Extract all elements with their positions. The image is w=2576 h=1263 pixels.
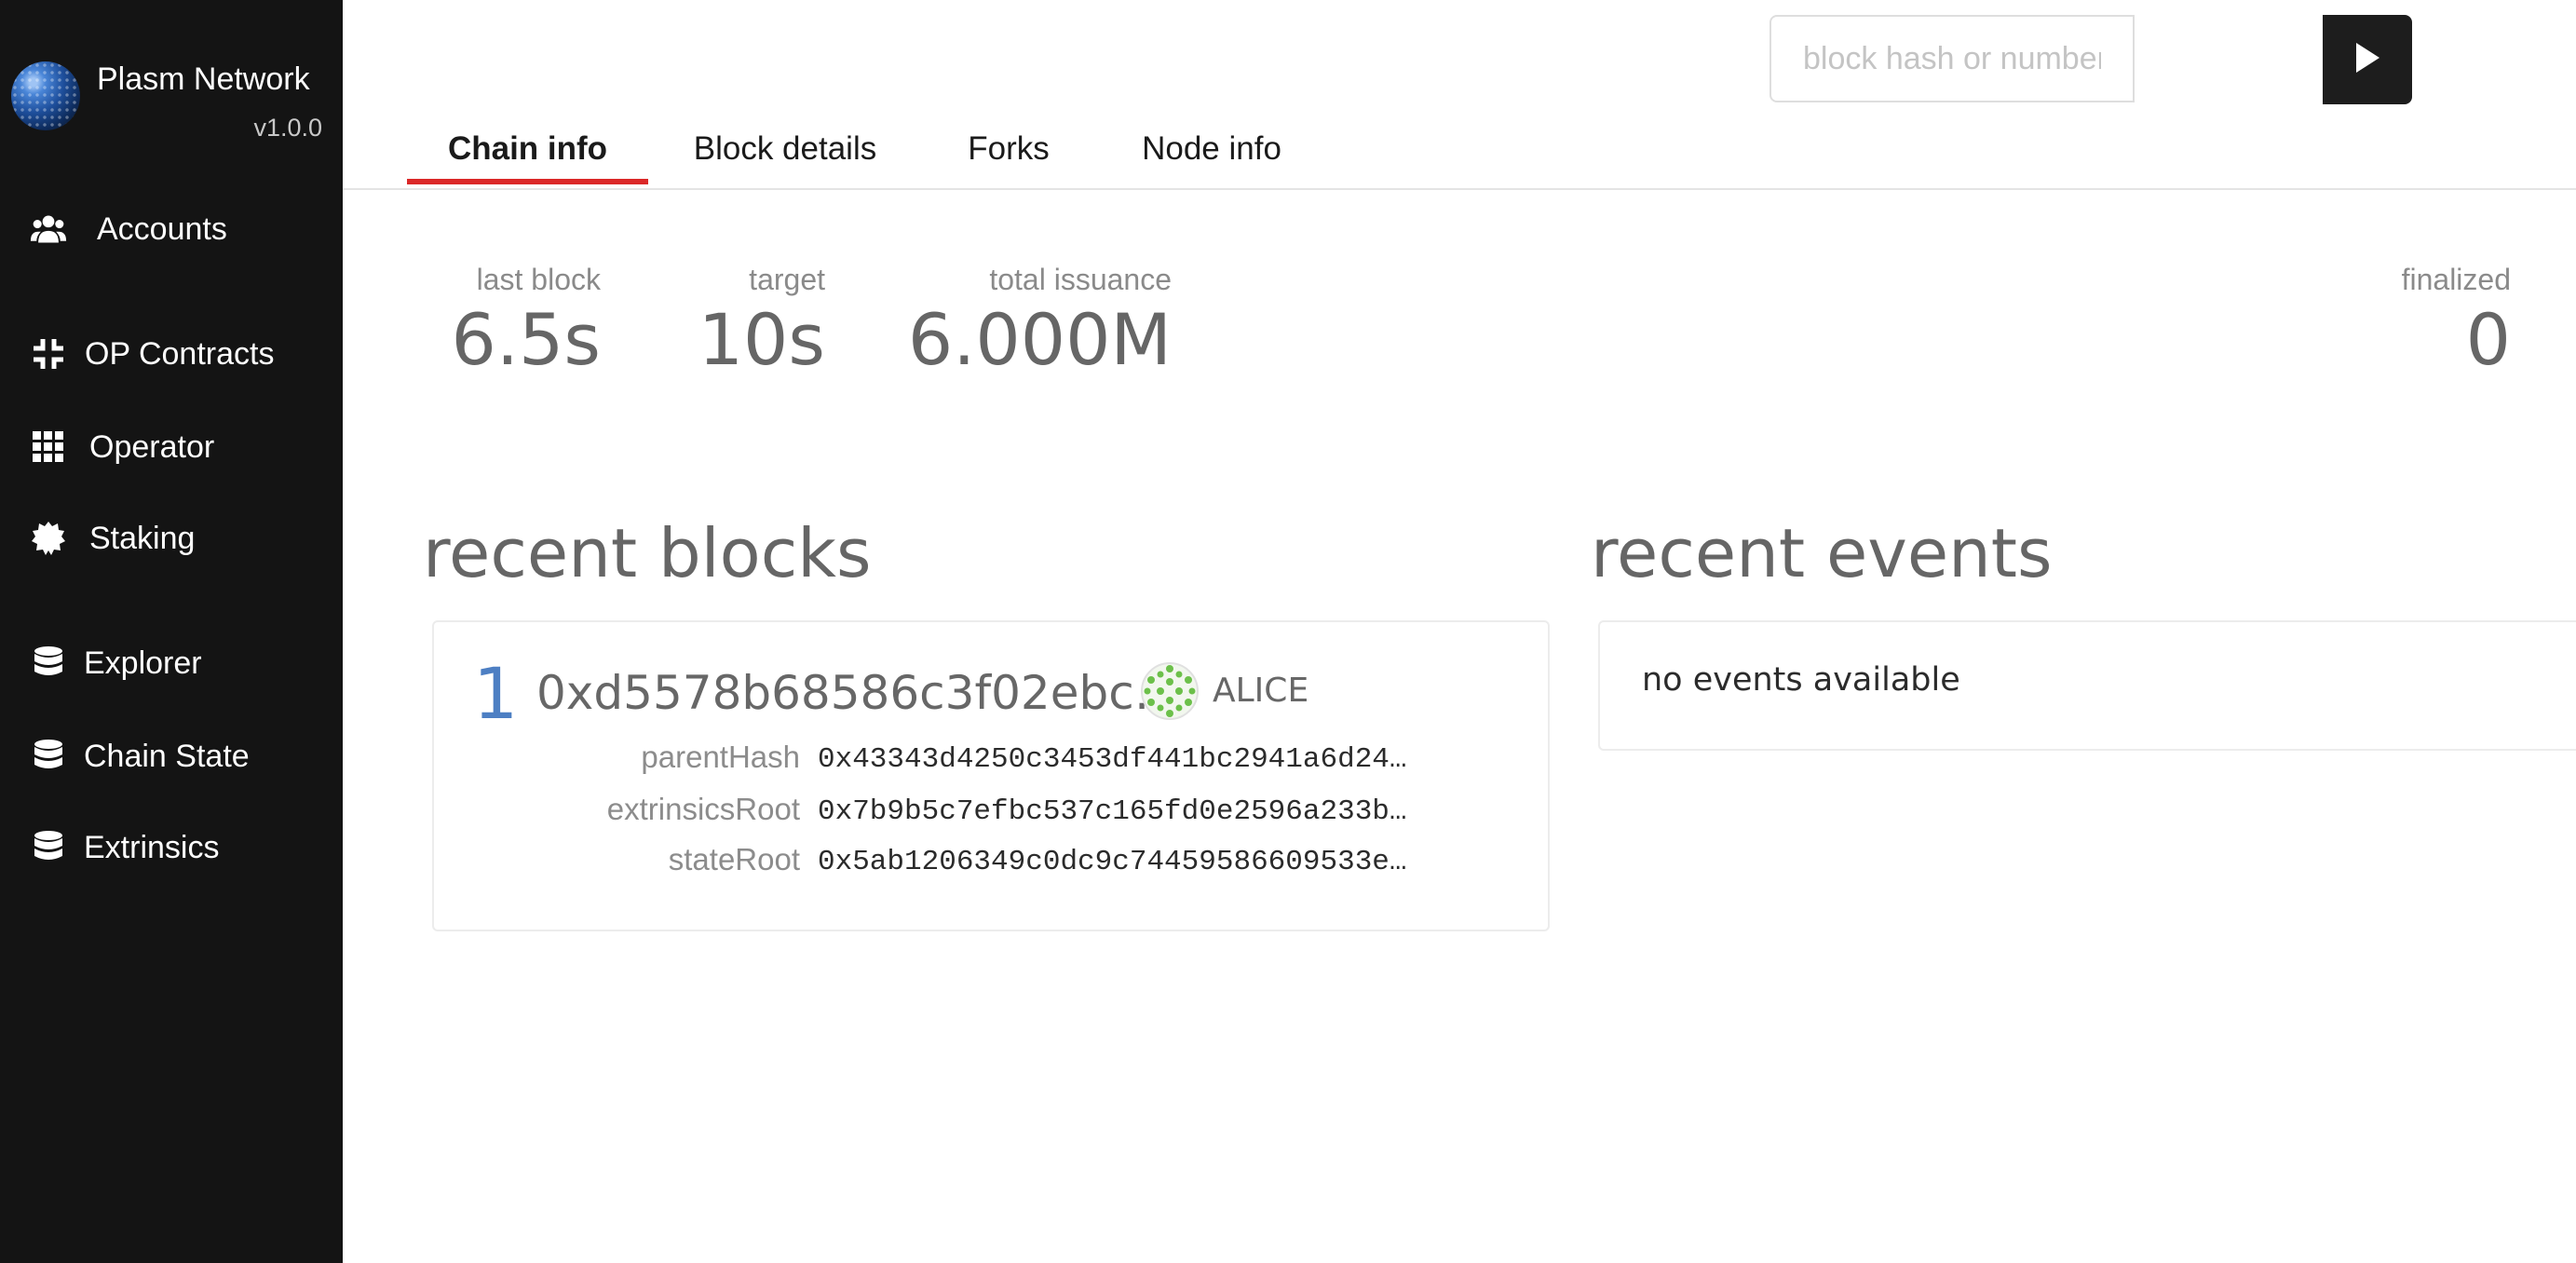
- block-number-link[interactable]: 1: [473, 652, 518, 736]
- database-icon: [30, 645, 67, 682]
- parent-hash-label: parentHash: [641, 740, 800, 774]
- sidebar-item-extrinsics[interactable]: Extrinsics: [0, 820, 343, 876]
- sidebar-item-operator[interactable]: Operator: [0, 419, 343, 475]
- stat-label: finalized: [2401, 263, 2511, 296]
- tab-forks[interactable]: Forks: [946, 112, 1071, 186]
- sidebar: Plasm Network v1.0.0 Accounts OP Contrac…: [0, 0, 343, 1263]
- play-icon: [2353, 41, 2381, 79]
- sidebar-item-accounts[interactable]: Accounts: [0, 201, 343, 257]
- sidebar-item-label: Staking: [89, 520, 196, 556]
- stat-value: 6.000M: [907, 298, 1172, 381]
- sidebar-item-label: OP Contracts: [85, 335, 275, 372]
- parent-hash-value: 0x43343d4250c3453df441bc2941a6d24…: [818, 743, 1407, 776]
- stat-value: 6.5s: [451, 298, 601, 381]
- query-submit-button[interactable]: [2323, 15, 2412, 104]
- database-icon: [30, 738, 67, 775]
- tab-chain-info[interactable]: Chain info: [407, 112, 648, 186]
- certificate-icon: [30, 520, 67, 557]
- stat-value: 10s: [698, 298, 825, 381]
- stat-value: 0: [2465, 298, 2511, 381]
- tab-block-details[interactable]: Block details: [676, 112, 894, 186]
- sidebar-item-label: Extrinsics: [84, 829, 220, 865]
- app-version: v1.0.0: [253, 114, 322, 142]
- no-events-message: no events available: [1642, 661, 1960, 699]
- state-root-value: 0x5ab1206349c0dc9c74459586609533e…: [818, 846, 1407, 878]
- active-tab-indicator: [407, 179, 648, 184]
- sidebar-item-op-contracts[interactable]: OP Contracts: [0, 326, 343, 382]
- users-icon: [30, 210, 67, 248]
- compress-icon: [30, 335, 67, 373]
- stat-target: target 10s: [698, 261, 825, 382]
- block-query-input[interactable]: [1769, 15, 2135, 102]
- block-author-name: ALICE: [1213, 672, 1309, 710]
- sidebar-item-label: Explorer: [84, 645, 202, 681]
- stat-finalized: finalized 0: [2402, 261, 2511, 382]
- plasm-logo: [11, 61, 80, 130]
- stat-last-block: last block 6.5s: [452, 261, 601, 382]
- stat-total-issuance: total issuance 6.000M: [908, 261, 1172, 382]
- extrinsics-root-value: 0x7b9b5c7efbc537c165fd0e2596a233b…: [818, 795, 1407, 828]
- sidebar-item-explorer[interactable]: Explorer: [0, 635, 343, 691]
- recent-events-heading: recent events: [1591, 514, 2053, 592]
- tab-node-info[interactable]: Node info: [1125, 112, 1298, 186]
- stat-label: total issuance: [989, 263, 1172, 296]
- stat-label: target: [749, 263, 825, 296]
- extrinsics-root-label: extrinsicsRoot: [606, 792, 800, 826]
- sidebar-item-label: Chain State: [84, 738, 250, 774]
- database-icon: [30, 829, 67, 866]
- author-identicon: [1140, 661, 1200, 721]
- sidebar-item-chain-state[interactable]: Chain State: [0, 728, 343, 784]
- sidebar-item-label: Operator: [89, 428, 215, 465]
- sidebar-item-staking[interactable]: Staking: [0, 510, 343, 566]
- tabs-divider: [343, 188, 2576, 190]
- block-hash: 0xd5578b68586c3f02ebc…: [536, 666, 1181, 720]
- recent-blocks-heading: recent blocks: [423, 514, 872, 592]
- sidebar-item-label: Accounts: [97, 210, 227, 247]
- state-root-label: stateRoot: [668, 842, 800, 876]
- app-title: Plasm Network: [97, 61, 310, 97]
- stat-label: last block: [476, 263, 601, 296]
- grid-icon: [30, 428, 67, 466]
